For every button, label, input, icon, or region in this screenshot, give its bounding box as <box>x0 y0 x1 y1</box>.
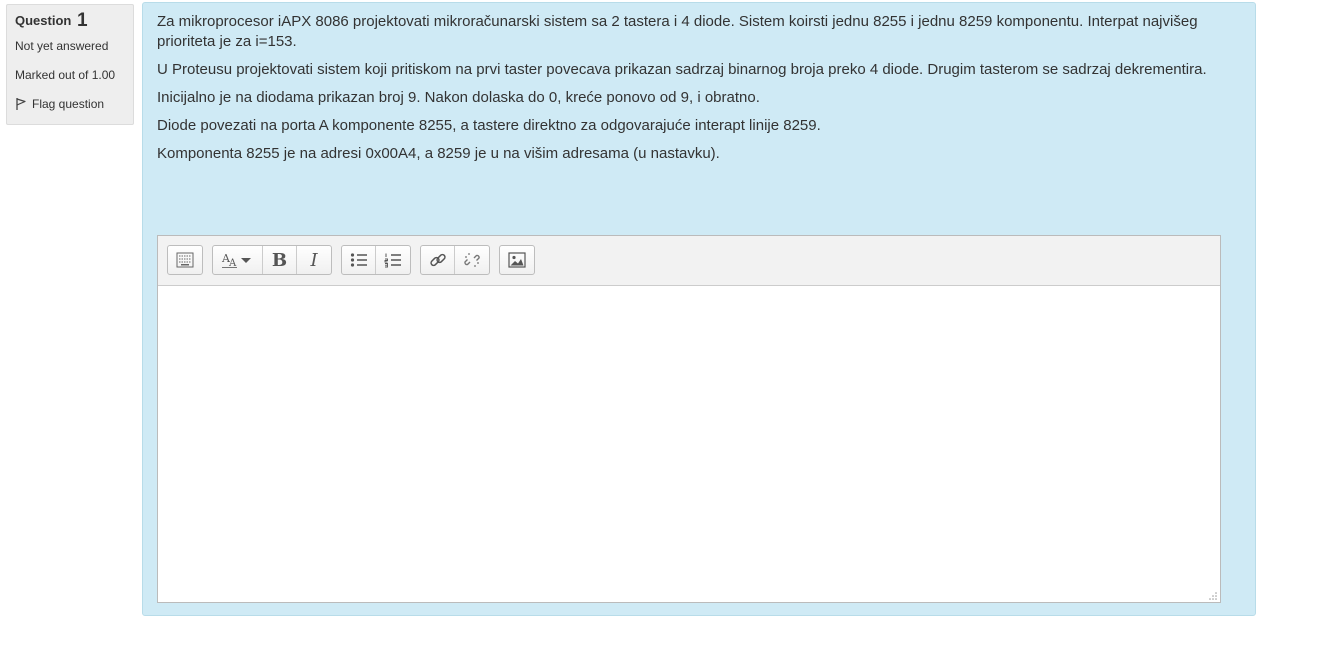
resize-handle-icon[interactable] <box>1209 592 1217 600</box>
toolbar-group-collapse <box>167 245 203 275</box>
link-button[interactable] <box>421 246 455 274</box>
paragraph-styles-button[interactable]: A A <box>213 246 263 274</box>
flag-question-label: Flag question <box>32 97 105 111</box>
question-number-value: 1 <box>76 10 88 31</box>
bold-label: B <box>271 249 288 271</box>
editor-toolbar: A A B I <box>158 236 1220 286</box>
quiz-page: Question 1 Not yet answered Marked out o… <box>0 0 1331 656</box>
italic-button[interactable]: I <box>297 246 331 274</box>
question-content: Za mikroprocesor iAPX 8086 projektovati … <box>142 2 1256 616</box>
question-paragraph: U Proteusu projektovati sistem koji prit… <box>157 61 1207 78</box>
flag-icon <box>16 98 26 110</box>
question-label: Question <box>15 13 72 28</box>
image-icon <box>508 252 526 268</box>
italic-label: I <box>310 249 318 271</box>
question-grade: Marked out of 1.00 <box>15 68 116 82</box>
question-paragraph: Diode povezati na porta A komponente 825… <box>157 117 821 134</box>
toolbar-group-media <box>499 245 535 275</box>
link-icon <box>429 253 446 267</box>
font-style-icon: A A <box>221 252 251 269</box>
question-paragraph: Za mikroprocesor iAPX 8086 projektovati … <box>157 13 1198 50</box>
question-info: Question 1 Not yet answered Marked out o… <box>6 4 134 125</box>
answer-text-area[interactable] <box>158 286 1220 602</box>
unordered-list-button[interactable] <box>342 246 376 274</box>
answer-editor: A A B I <box>157 235 1221 603</box>
toolbar-group-links <box>420 245 490 275</box>
toolbar-group-lists <box>341 245 411 275</box>
bold-button[interactable]: B <box>263 246 297 274</box>
show-more-buttons-button[interactable] <box>168 246 202 274</box>
flag-question-link[interactable]: Flag question <box>15 96 133 112</box>
ordered-list-button[interactable] <box>376 246 410 274</box>
insert-image-button[interactable] <box>500 246 534 274</box>
unlink-button[interactable] <box>455 246 489 274</box>
toolbar-group-style: A A B I <box>212 245 332 275</box>
question-paragraph: Komponenta 8255 je na adresi 0x00A4, a 8… <box>157 145 720 162</box>
toolbar-toggle-icon <box>176 252 194 268</box>
bullet-list-icon <box>350 253 367 267</box>
numbered-list-icon <box>384 253 401 268</box>
question-paragraph: Inicijalno je na diodama prikazan broj 9… <box>157 89 760 106</box>
question-state: Not yet answered <box>15 39 109 53</box>
question-number: Question 1 <box>15 11 133 31</box>
unlink-icon <box>464 253 480 267</box>
question-text: Za mikroprocesor iAPX 8086 projektovati … <box>157 12 1227 172</box>
